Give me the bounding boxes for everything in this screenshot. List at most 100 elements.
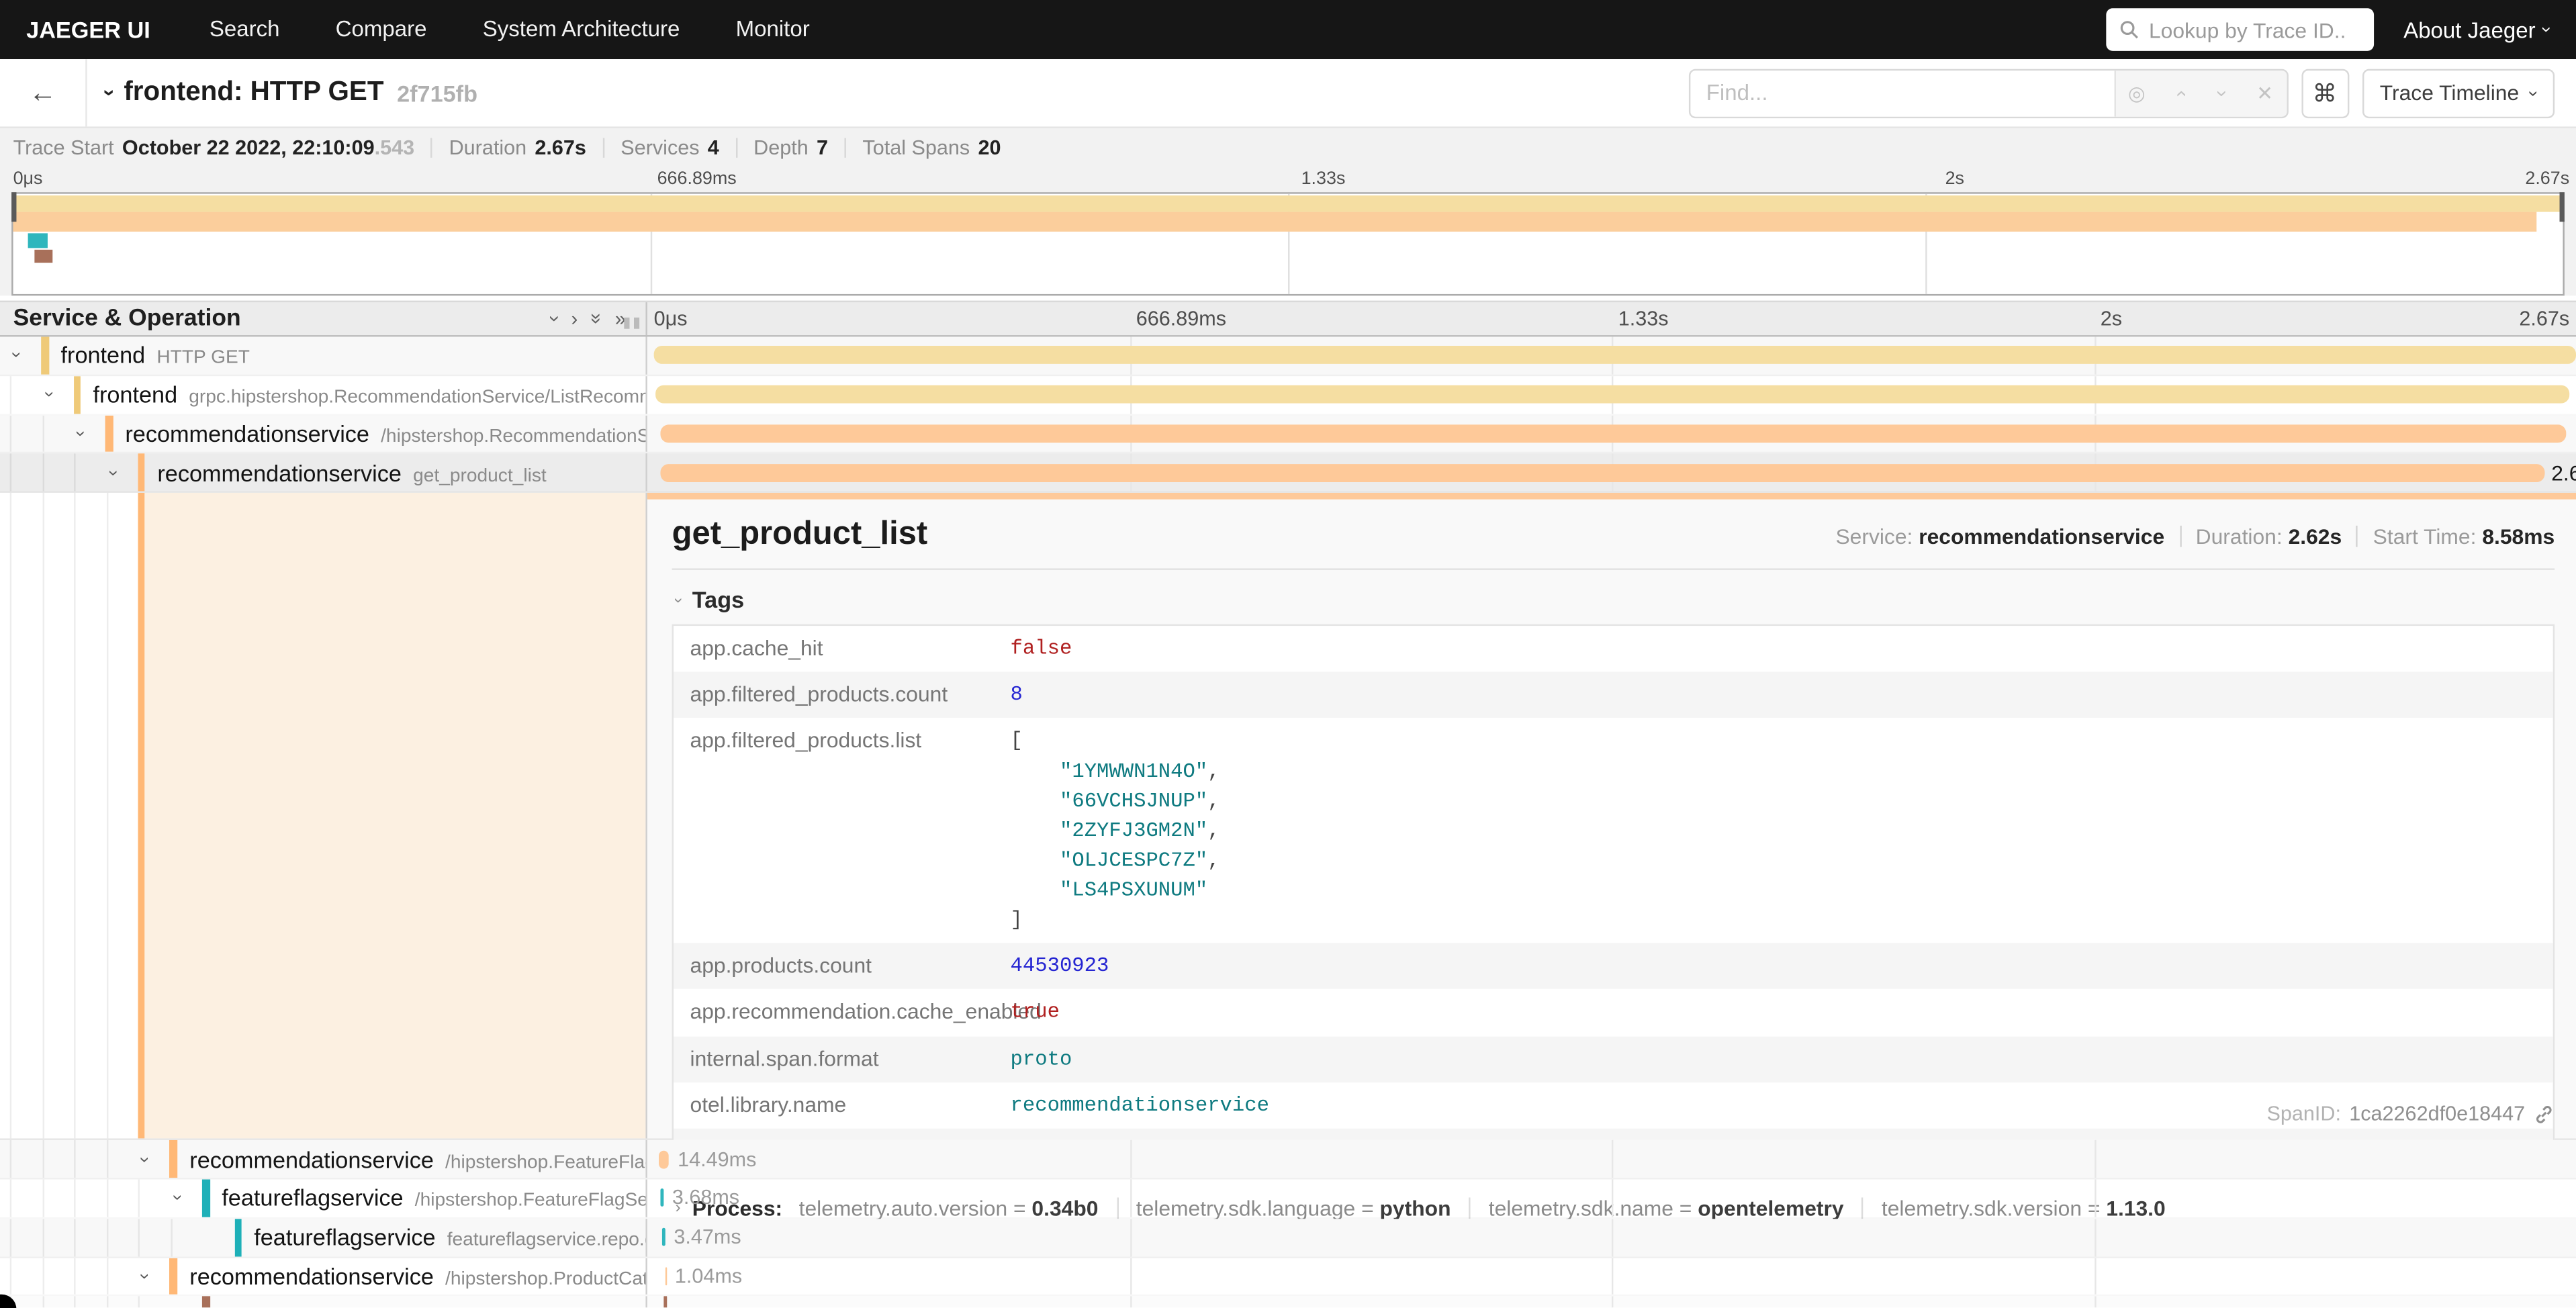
span-row[interactable]: ›recommendationservice/hipstershop.Featu… <box>0 1140 2576 1179</box>
detail-operation-name: get_product_list <box>672 516 928 554</box>
span-timeline-cell[interactable]: 3.47ms <box>645 1219 2576 1256</box>
tag-row[interactable]: app.filtered_products.list[ "1YMWWN1N4O"… <box>674 718 2553 943</box>
span-duration-bar[interactable] <box>665 1267 668 1285</box>
start-time-label: Start Time: <box>2373 524 2477 549</box>
collapse-one-icon[interactable]: › <box>545 316 564 322</box>
expand-one-icon[interactable]: › <box>571 309 578 328</box>
indent-guide <box>42 493 44 1138</box>
trace-overview-band: Trace Start October 22 2022, 22:10:09.54… <box>0 126 2576 295</box>
span-color-accent <box>170 1140 177 1178</box>
span-row[interactable]: ›featureflagservice/hipstershop.FeatureF… <box>0 1179 2576 1218</box>
span-duration-bar[interactable] <box>659 1150 670 1168</box>
indent-guide <box>107 1258 108 1295</box>
expand-chevron-icon[interactable]: › <box>71 430 90 436</box>
span-duration-bar[interactable] <box>661 424 2567 442</box>
span-timeline-cell[interactable]: 14.49ms <box>645 1140 2576 1178</box>
span-row[interactable]: ›recommendationservice/hipstershop.Produ… <box>0 1258 2576 1297</box>
expand-chevron-icon[interactable]: › <box>38 391 58 398</box>
nav-item-search[interactable]: Search <box>210 16 280 41</box>
minimap-scrubber-handle[interactable] <box>11 192 16 222</box>
span-timeline-cell[interactable] <box>645 376 2576 414</box>
span-service-name: featureflagservicefeatureflagservice.rep… <box>254 1224 645 1250</box>
timeline-minimap[interactable] <box>11 192 2565 295</box>
trace-start-label: Trace Start <box>13 136 114 158</box>
collapse-trace-chevron-icon[interactable]: › <box>98 89 123 97</box>
summary-separator <box>431 137 432 156</box>
prev-match-icon[interactable]: › <box>2168 81 2191 104</box>
span-duration-bar[interactable] <box>660 1189 663 1207</box>
trace-toolbar: ◎ › › ✕ ⌘ Trace Timeline › <box>1688 68 2576 118</box>
span-duration-bar[interactable] <box>662 1228 665 1246</box>
nav-item-compare[interactable]: Compare <box>336 16 427 41</box>
back-button[interactable]: ← <box>0 59 87 126</box>
expand-chevron-icon[interactable]: › <box>167 1195 187 1201</box>
span-row[interactable]: featureflagservicefeatureflagservice.rep… <box>0 1219 2576 1258</box>
span-row[interactable]: ›frontendHTTP GET <box>0 337 2576 376</box>
find-buttons: ◎ › › ✕ <box>2113 70 2286 116</box>
span-color-strip <box>647 493 2576 500</box>
keyboard-shortcuts-button[interactable]: ⌘ <box>2301 68 2348 118</box>
span-operation-name: /hipstershop.ProductCatalogSer… <box>445 1270 645 1289</box>
indent-guide <box>75 1258 76 1295</box>
column-resizer-handle[interactable]: ▮▮ <box>623 314 642 332</box>
summary-separator <box>845 137 846 156</box>
tag-row[interactable]: app.recommendation.cache_enabledtrue <box>674 990 2553 1036</box>
expand-chevron-icon[interactable]: › <box>103 470 122 476</box>
indent-guide <box>107 1297 108 1308</box>
span-duration-text: 14.49ms <box>678 1148 756 1170</box>
tag-row[interactable]: internal.span.formatproto <box>674 1036 2553 1082</box>
next-match-icon[interactable]: › <box>2211 81 2234 104</box>
span-rows-top: ›frontendHTTP GET›frontendgrpc.hipstersh… <box>0 337 2576 494</box>
nav-item-system-architecture[interactable]: System Architecture <box>483 16 680 41</box>
span-rows-bottom: ›recommendationservice/hipstershop.Featu… <box>0 1140 2576 1297</box>
span-timeline-cell[interactable] <box>645 337 2576 375</box>
service-operation-title: Service & Operation <box>13 306 241 332</box>
tick-label: 1.33s <box>1301 169 1346 189</box>
tags-section-header[interactable]: › Tags <box>675 587 2555 613</box>
span-row[interactable]: ›recommendationservice/hipstershop.Recom… <box>0 415 2576 454</box>
span-name-column: ›frontendHTTP GET <box>0 337 645 375</box>
about-jaeger-label: About Jaeger <box>2403 17 2535 42</box>
tag-row[interactable]: app.products.count44530923 <box>674 943 2553 990</box>
top-nav: JAEGER UI Search Compare System Architectu… <box>0 0 2576 59</box>
trace-view-select[interactable]: Trace Timeline › <box>2362 68 2555 118</box>
collapse-all-icon[interactable]: » <box>586 313 606 324</box>
tag-value: 8 <box>1011 681 1023 710</box>
indent-guide <box>138 1297 140 1308</box>
span-timeline-cell[interactable]: 2.62s <box>645 454 2576 492</box>
expand-chevron-icon[interactable]: › <box>135 1156 154 1162</box>
indent-guide <box>10 415 11 453</box>
detail-meta: Service: recommendationservice Duration:… <box>1835 524 2555 549</box>
minimap-scrubber-handle[interactable] <box>2560 192 2565 222</box>
span-timeline-cell[interactable]: 1.04ms <box>645 1258 2576 1295</box>
indent-guide <box>107 493 108 1138</box>
span-row[interactable]: ›frontendgrpc.hipstershop.Recommendation… <box>0 376 2576 415</box>
tag-row[interactable]: app.cache_hitfalse <box>674 626 2553 673</box>
span-timeline-cell[interactable]: 3.68ms <box>645 1179 2576 1217</box>
trace-lookup-input[interactable] <box>2149 17 2346 42</box>
indent-guide <box>107 1179 108 1217</box>
span-timeline-cell[interactable] <box>645 415 2576 453</box>
span-name-column: featureflagservicefeatureflagservice.rep… <box>0 1219 645 1256</box>
expand-chevron-icon[interactable]: › <box>6 353 26 359</box>
chevron-down-icon: › <box>2537 27 2557 33</box>
span-duration-bar[interactable] <box>656 385 2571 404</box>
span-color-accent <box>138 454 145 492</box>
find-input[interactable] <box>1690 70 2113 116</box>
tag-row[interactable]: app.filtered_products.count8 <box>674 672 2553 718</box>
app-logo[interactable]: JAEGER UI <box>26 16 150 42</box>
about-jaeger-menu[interactable]: About Jaeger › <box>2403 17 2550 42</box>
nav-item-monitor[interactable]: Monitor <box>736 16 810 41</box>
timeline-gridline <box>1612 1179 1613 1217</box>
focus-match-icon[interactable]: ◎ <box>2125 81 2148 104</box>
span-row[interactable]: ›recommendationserviceget_product_list2.… <box>0 454 2576 493</box>
timeline-gridline <box>1130 1140 1131 1178</box>
span-color-accent <box>234 1219 242 1256</box>
deep-link-icon[interactable] <box>2533 1103 2555 1125</box>
span-duration-bar[interactable] <box>654 346 2576 365</box>
clear-find-icon[interactable]: ✕ <box>2253 81 2276 104</box>
expand-chevron-icon[interactable]: › <box>135 1273 154 1279</box>
span-duration-bar[interactable] <box>660 464 2544 482</box>
partial-span-row[interactable] <box>0 1297 2576 1308</box>
trace-lookup-box[interactable] <box>2106 8 2374 51</box>
